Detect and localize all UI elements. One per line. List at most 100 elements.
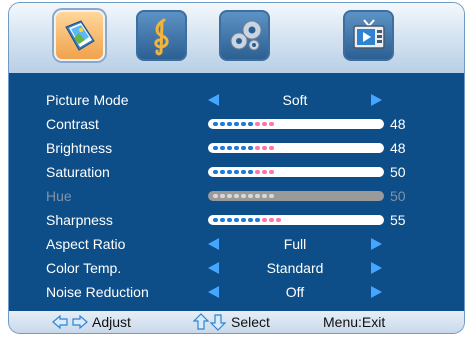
- slider-fill-dot: [220, 194, 225, 198]
- slider-fill-dot: [227, 146, 232, 150]
- menu-row-sharpness[interactable]: Sharpness 55: [9, 208, 464, 232]
- contrast-slider[interactable]: [208, 119, 384, 129]
- slider-fill-dot: [241, 194, 246, 198]
- menu-exit-label: Menu:Exit: [323, 314, 386, 330]
- slider-fill-dot: [248, 146, 253, 150]
- right-arrow-icon[interactable]: [371, 94, 382, 106]
- slider-fill-dot: [269, 170, 274, 174]
- slider-fill-dot: [213, 146, 218, 150]
- adjust-hint: Adjust: [51, 311, 131, 333]
- option-value: Off: [285, 284, 305, 300]
- slider-fill-dot: [220, 146, 225, 150]
- tv-icon: [352, 18, 385, 49]
- right-arrow-icon[interactable]: [371, 286, 382, 298]
- osd-menu: Picture Mode Soft Contrast 48 Brightness…: [8, 2, 465, 334]
- slider-fill-dot: [234, 194, 239, 198]
- menu-label: Sharpness: [46, 212, 113, 228]
- slider-value: 48: [390, 116, 406, 132]
- option-value: Soft: [282, 92, 308, 108]
- slider-value: 50: [390, 164, 406, 180]
- menu-label: Brightness: [46, 140, 113, 156]
- slider-fill-dot: [262, 146, 267, 150]
- menu-row-color-temp[interactable]: Color Temp. Standard: [9, 256, 464, 280]
- left-arrow-icon[interactable]: [208, 94, 219, 106]
- gear-icon: [230, 20, 261, 50]
- slider-fill-dot: [255, 194, 260, 198]
- slider-fill-dot: [255, 218, 260, 222]
- slider-value: 55: [390, 212, 406, 228]
- slider-fill-dot: [213, 122, 218, 126]
- slider-fill-dot: [276, 218, 281, 222]
- slider-fill-dot: [234, 146, 239, 150]
- sound-tab[interactable]: [136, 10, 187, 61]
- slider-fill-dot: [227, 218, 232, 222]
- menu-row-brightness[interactable]: Brightness 48: [9, 136, 464, 160]
- slider-fill-dot: [234, 170, 239, 174]
- menu-label: Noise Reduction: [46, 284, 149, 300]
- slider-fill-dot: [262, 170, 267, 174]
- slider-fill-dot: [248, 122, 253, 126]
- slider-fill-dot: [269, 122, 274, 126]
- slider-fill-dot: [220, 122, 225, 126]
- right-arrow-icon[interactable]: [371, 262, 382, 274]
- slider-value: 50: [390, 188, 406, 204]
- slider-fill-dot: [262, 194, 267, 198]
- saturation-slider[interactable]: [208, 167, 384, 177]
- menu-row-saturation[interactable]: Saturation 50: [9, 160, 464, 184]
- left-arrow-icon[interactable]: [208, 286, 219, 298]
- music-clef-icon: [153, 18, 169, 55]
- slider-fill-dot: [269, 194, 274, 198]
- slider-fill-dot: [213, 170, 218, 174]
- slider-fill-dot: [220, 170, 225, 174]
- option-value: Full: [283, 236, 307, 252]
- left-arrow-icon[interactable]: [208, 238, 219, 250]
- menu-row-contrast[interactable]: Contrast 48: [9, 112, 464, 136]
- menu-row-picture-mode[interactable]: Picture Mode Soft: [9, 88, 464, 112]
- left-arrow-icon[interactable]: [208, 262, 219, 274]
- menu-row-aspect-ratio[interactable]: Aspect Ratio Full: [9, 232, 464, 256]
- slider-fill-dot: [241, 146, 246, 150]
- slider-fill-dot: [269, 146, 274, 150]
- option-value: Standard: [266, 260, 324, 276]
- picture-settings-list: Picture Mode Soft Contrast 48 Brightness…: [9, 73, 464, 311]
- picture-icon: [64, 19, 95, 51]
- slider-fill-dot: [241, 218, 246, 222]
- menu-exit-hint: Menu:Exit: [323, 311, 385, 333]
- help-footer: Adjust Select Menu:Exit: [9, 311, 464, 333]
- menu-label: Contrast: [46, 116, 99, 132]
- slider-fill-dot: [255, 122, 260, 126]
- menu-label: Color Temp.: [46, 260, 122, 276]
- adjust-label: Adjust: [92, 314, 131, 330]
- slider-fill-dot: [227, 194, 232, 198]
- menu-label: Picture Mode: [46, 92, 129, 108]
- category-tab-bar: [9, 3, 464, 73]
- slider-fill-dot: [234, 122, 239, 126]
- select-hint: Select: [192, 311, 270, 333]
- picture-tab[interactable]: [54, 10, 105, 61]
- slider-fill-dot: [248, 170, 253, 174]
- menu-row-hue: Hue 50: [9, 184, 464, 208]
- slider-fill-dot: [248, 194, 253, 198]
- hue-slider: [208, 191, 384, 201]
- menu-label: Saturation: [46, 164, 110, 180]
- menu-label: Aspect Ratio: [46, 236, 126, 252]
- slider-fill-dot: [227, 122, 232, 126]
- sharpness-slider[interactable]: [208, 215, 384, 225]
- slider-fill-dot: [262, 218, 267, 222]
- right-arrow-icon[interactable]: [371, 238, 382, 250]
- brightness-slider[interactable]: [208, 143, 384, 153]
- slider-fill-dot: [248, 218, 253, 222]
- slider-fill-dot: [241, 170, 246, 174]
- slider-fill-dot: [220, 218, 225, 222]
- slider-value: 48: [390, 140, 406, 156]
- slider-fill-dot: [269, 218, 274, 222]
- features-tab[interactable]: [343, 10, 394, 61]
- select-label: Select: [231, 314, 270, 330]
- slider-fill-dot: [234, 218, 239, 222]
- setup-tab[interactable]: [219, 10, 270, 61]
- menu-row-noise-reduction[interactable]: Noise Reduction Off: [9, 280, 464, 304]
- slider-fill-dot: [241, 122, 246, 126]
- slider-fill-dot: [255, 170, 260, 174]
- up-down-arrows-icon: [192, 313, 227, 331]
- slider-fill-dot: [213, 194, 218, 198]
